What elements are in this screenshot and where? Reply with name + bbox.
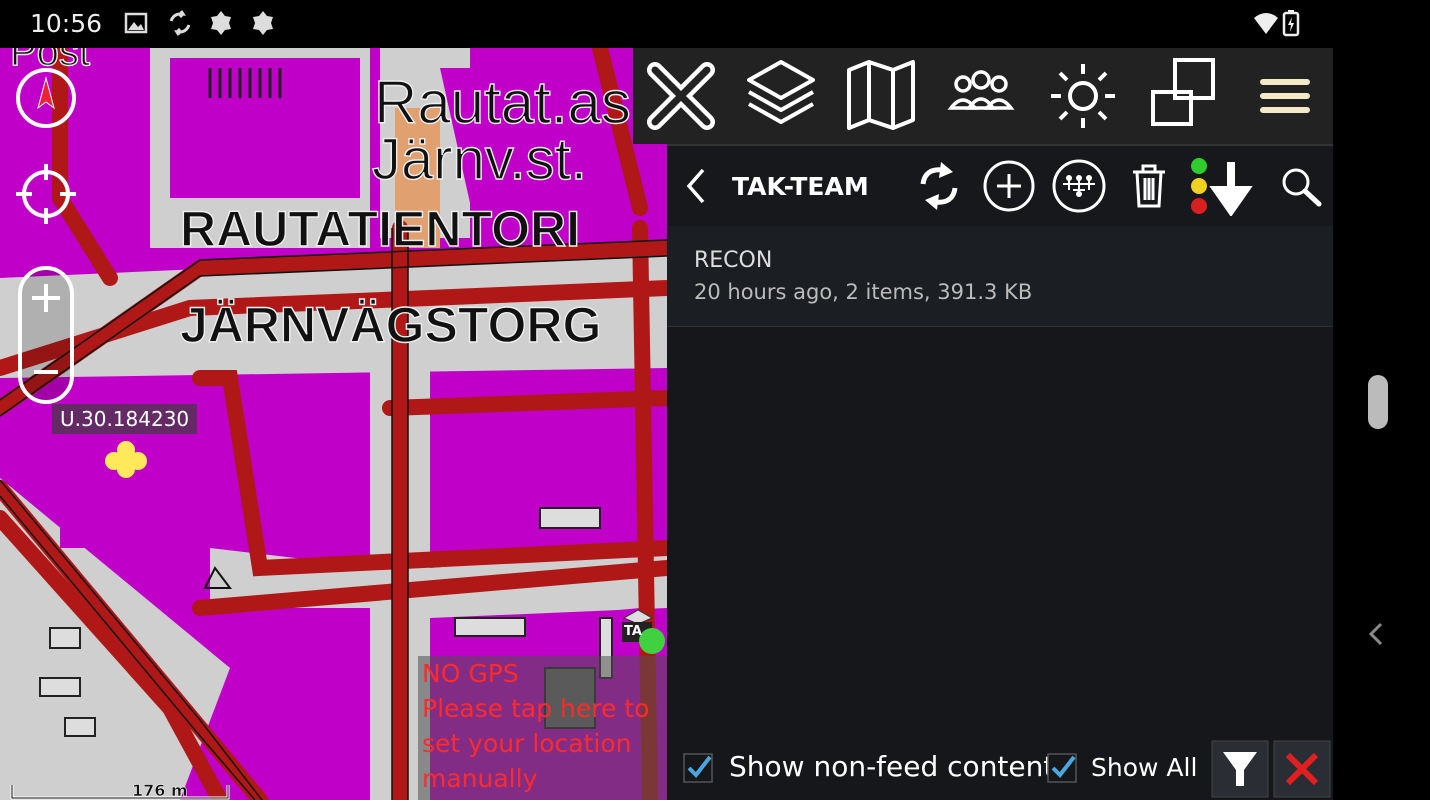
map-icon[interactable] <box>833 48 929 144</box>
wifi-icon <box>1254 13 1278 34</box>
scroll-handle[interactable] <box>1367 374 1389 430</box>
no-gps-line: manually <box>422 764 538 793</box>
show-all-checkbox[interactable] <box>1047 753 1077 783</box>
show-non-feed-checkbox[interactable] <box>683 753 713 783</box>
data-sync-panel: TAK-TEAM RECON 20 hours ago, 2 items, 39… <box>667 144 1333 800</box>
unknown-marker-icon[interactable] <box>104 440 148 480</box>
compass-icon[interactable] <box>14 66 78 130</box>
brightness-icon[interactable] <box>1035 48 1131 144</box>
list-item[interactable]: RECON 20 hours ago, 2 items, 391.3 KB <box>667 226 1333 327</box>
layers-icon[interactable] <box>733 48 829 144</box>
notification-icon <box>253 11 273 35</box>
no-gps-line: NO GPS <box>422 659 519 688</box>
sync-icon[interactable] <box>909 156 969 216</box>
map-label-square: RAUTATIENTORI <box>179 200 580 257</box>
marker-label: U.30.184230 <box>52 404 198 434</box>
zoom-in-icon[interactable] <box>28 280 64 316</box>
chevron-left-icon[interactable] <box>1365 620 1389 648</box>
search-icon[interactable] <box>1271 156 1331 216</box>
status-bar: 10:56 <box>0 0 1430 48</box>
filter-icon[interactable] <box>1211 740 1269 798</box>
notification-icon <box>211 11 231 35</box>
map-label-square-sv: JÄRNVÄGSTORG <box>179 296 602 353</box>
delete-icon[interactable] <box>1119 156 1179 216</box>
locate-icon[interactable] <box>12 160 80 228</box>
menu-icon[interactable] <box>1237 48 1333 144</box>
show-all-label[interactable]: Show All <box>1091 753 1197 782</box>
add-icon[interactable] <box>979 156 1039 216</box>
battery-charging-icon <box>1282 10 1300 37</box>
no-gps-line: set your location <box>422 729 632 758</box>
panel-footer: Show non-feed content Show All <box>667 738 1333 800</box>
network-icon[interactable] <box>1049 156 1109 216</box>
map-view[interactable]: Rautat.as Järnv.st. RAUTATIENTORI JÄRNVÄ… <box>0 48 667 800</box>
close-icon[interactable] <box>1273 740 1331 798</box>
no-gps-banner[interactable]: NO GPS Please tap here to set your locat… <box>418 656 667 800</box>
show-non-feed-label[interactable]: Show non-feed content <box>729 750 1054 783</box>
scale-label: 176 m <box>132 781 188 800</box>
sync-icon <box>169 10 191 36</box>
self-marker-label: TA <box>624 624 642 639</box>
panel-header: TAK-TEAM <box>667 144 1333 228</box>
scale-bar-line <box>10 785 230 800</box>
map-label-station-sv: Järnv.st. <box>371 126 587 192</box>
team-icon[interactable] <box>933 48 1029 144</box>
feed-meta: 20 hours ago, 2 items, 391.3 KB <box>694 280 1033 304</box>
scale-bar: 176 m <box>10 781 230 800</box>
no-gps-line: Please tap here to <box>422 694 650 723</box>
status-time: 10:56 <box>30 9 103 38</box>
image-icon <box>124 12 148 34</box>
feed-name: RECON <box>694 248 773 273</box>
side-strip <box>1333 48 1430 800</box>
multi-window-icon[interactable] <box>1135 48 1231 144</box>
back-icon[interactable] <box>675 156 715 216</box>
close-icon[interactable] <box>633 48 729 144</box>
zoom-out-icon[interactable] <box>28 354 64 390</box>
download-status-icon[interactable] <box>1187 156 1257 216</box>
panel-title: TAK-TEAM <box>732 172 869 201</box>
top-toolbar <box>633 48 1333 144</box>
